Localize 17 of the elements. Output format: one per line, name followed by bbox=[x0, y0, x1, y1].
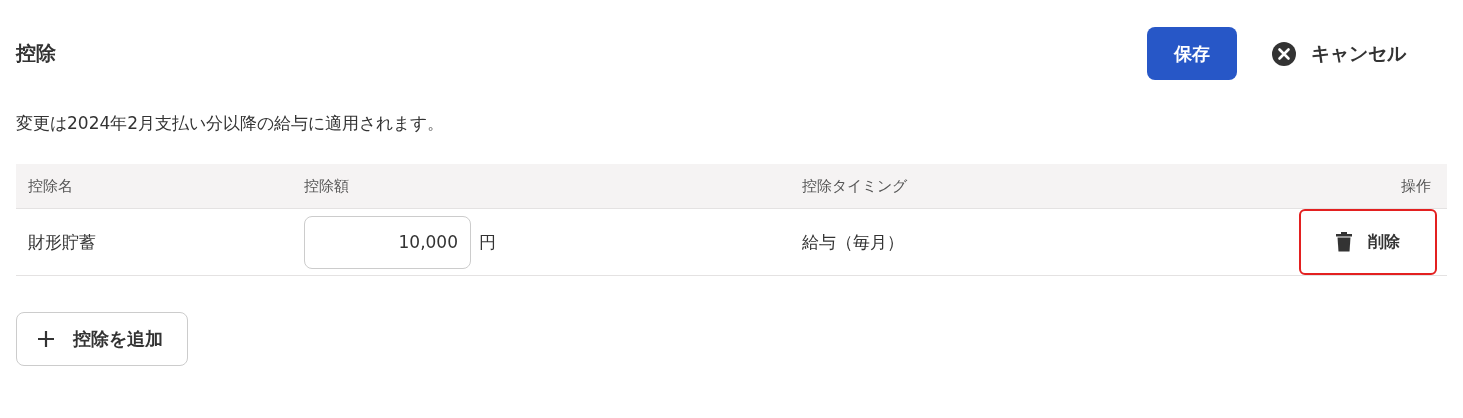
unit-label: 円 bbox=[479, 230, 496, 254]
table-cell-text: 給与（毎月） bbox=[802, 230, 905, 254]
notice-text: 変更は2024年2月支払い分以降の給与に適用されます。 bbox=[16, 112, 446, 135]
column-header: 控除名 bbox=[27, 176, 74, 196]
column-header: 控除タイミング bbox=[802, 176, 908, 196]
delete-button[interactable]: 削除 bbox=[1299, 209, 1437, 275]
column-header: 操作 bbox=[1400, 176, 1432, 196]
section-title: 控除 bbox=[16, 40, 56, 67]
column-header: 控除額 bbox=[304, 176, 350, 196]
add-deduction-button[interactable]: 控除を追加 bbox=[16, 312, 188, 366]
plus-icon bbox=[37, 330, 55, 348]
table-cell-text: 財形貯蓄 bbox=[27, 230, 97, 254]
amount-field[interactable]: 10,000 bbox=[304, 215, 471, 269]
close-icon bbox=[1271, 40, 1297, 67]
trash-icon bbox=[1336, 232, 1352, 252]
save-button[interactable]: 保存 bbox=[1147, 27, 1237, 80]
cancel-button[interactable]: キャンセル bbox=[1263, 40, 1414, 67]
